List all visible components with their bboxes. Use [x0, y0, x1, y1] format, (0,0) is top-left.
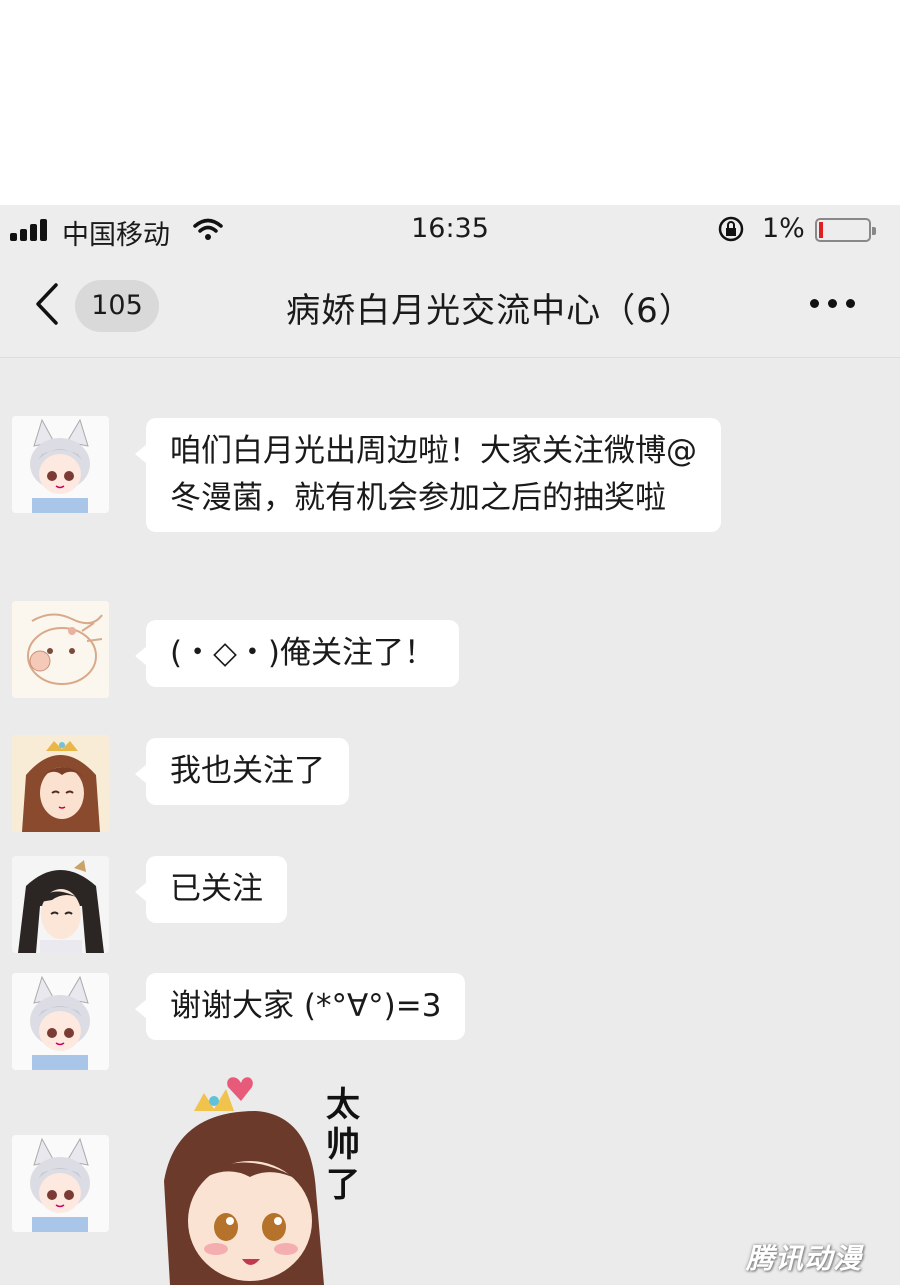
orientation-lock-icon	[718, 216, 744, 242]
chat-title: 病娇白月光交流中心（6）	[286, 291, 694, 331]
silver-haired-fox-boy-avatar[interactable]	[12, 1135, 109, 1232]
sticker-caption: 太帅了	[326, 1085, 360, 1205]
silver-haired-fox-boy-avatar[interactable]	[12, 416, 109, 513]
more-icon[interactable]	[808, 293, 858, 317]
crowned-girl-avatar[interactable]	[12, 735, 109, 832]
battery-level	[819, 222, 823, 238]
blushing-girl-sticker[interactable]: 太帅了	[146, 1071, 406, 1285]
message-bubble[interactable]: 我也关注了	[135, 738, 349, 805]
watermark-logo: 腾讯动漫	[746, 1242, 863, 1275]
message-bubble[interactable]: 谢谢大家 (*°∀°)=3	[134, 973, 466, 1040]
chat-message-list[interactable]: 咱们白月光出周边啦！大家关注微博@冬漫菌，就有机会参加之后的抽奖啦 (・◇・)俺…	[0, 359, 900, 1285]
message-bubble[interactable]: (・◇・)俺关注了！	[134, 620, 460, 687]
top-blank-panel	[0, 0, 900, 205]
sketch-doodle-avatar[interactable]	[12, 601, 109, 698]
message-bubble[interactable]: 咱们白月光出周边啦！大家关注微博@冬漫菌，就有机会参加之后的抽奖啦	[135, 418, 721, 532]
message-bubble[interactable]: 已关注	[135, 856, 287, 923]
battery-icon	[815, 218, 876, 242]
chat-nav-bar: 105 病娇白月光交流中心（6）	[0, 253, 900, 358]
phone-screenshot: 中国移动 16:35 1% 105 病娇白月光交流中心（6） 咱们白月光出周边啦…	[0, 205, 900, 1285]
silver-haired-fox-boy-avatar[interactable]	[12, 973, 109, 1070]
dark-haired-man-avatar[interactable]	[12, 856, 109, 953]
status-bar: 中国移动 16:35 1%	[0, 205, 900, 253]
battery-percent: 1%	[762, 213, 805, 244]
